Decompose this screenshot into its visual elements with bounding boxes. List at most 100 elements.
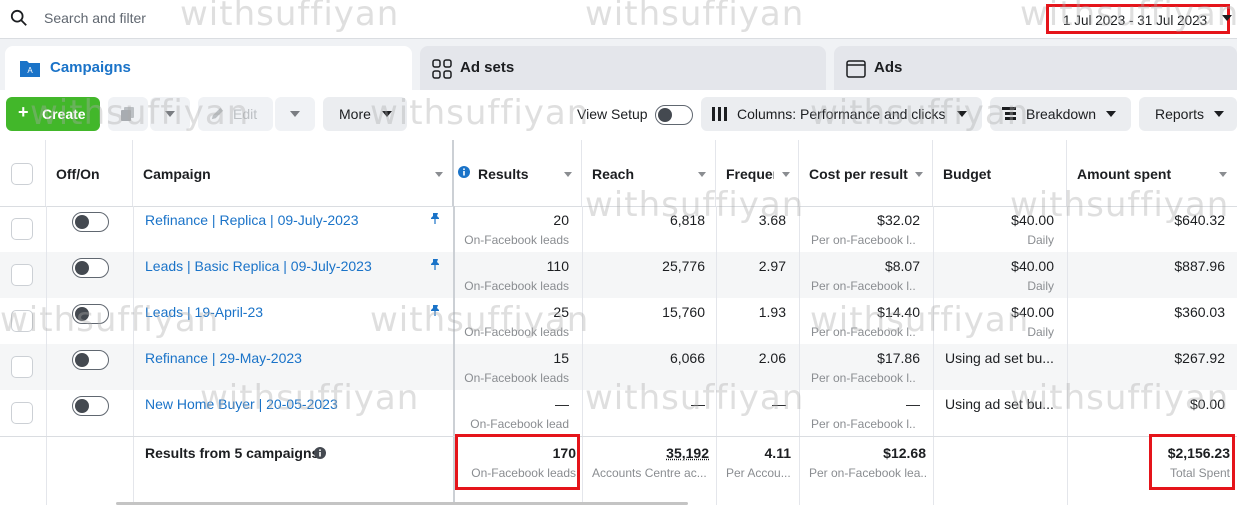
column-header-label: Campaign: [143, 166, 211, 182]
column-header-label: Budget: [943, 166, 991, 182]
campaigns-table: Off/On Campaign Results Reach Frequer Co…: [0, 140, 1237, 505]
breakdown-label: Breakdown: [1026, 106, 1096, 122]
spent-value: $267.92: [1174, 350, 1225, 366]
pin-icon[interactable]: [429, 211, 441, 223]
totals-frequency: 4.11: [765, 445, 791, 461]
cost-value: $17.86: [877, 350, 920, 366]
spent-value: $887.96: [1174, 258, 1225, 274]
campaign-name-link[interactable]: Refinance | 29-May-2023: [145, 350, 302, 366]
budget-value: $40.00: [1011, 304, 1054, 320]
tab-ads[interactable]: Ads: [834, 46, 1237, 90]
duplicate-button[interactable]: [108, 97, 148, 131]
row-checkbox[interactable]: [11, 218, 33, 240]
spent-value: $360.03: [1174, 304, 1225, 320]
pin-icon[interactable]: [429, 257, 441, 269]
more-label: More: [339, 106, 371, 122]
tab-label: Campaigns: [50, 59, 131, 76]
view-setup-toggle[interactable]: [655, 105, 693, 125]
create-label: Create: [42, 106, 86, 122]
sort-icon[interactable]: [915, 172, 923, 177]
row-checkbox[interactable]: [11, 264, 33, 286]
info-icon[interactable]: [314, 447, 326, 459]
header-amount-spent[interactable]: Amount spent: [1067, 140, 1237, 206]
campaign-toggle[interactable]: [72, 212, 109, 232]
table-row[interactable]: Leads | Basic Replica | 09-July-2023 110 O…: [0, 252, 1237, 298]
results-sub: On-Facebook leads: [464, 371, 569, 385]
tab-label: Ad sets: [460, 59, 514, 76]
cost-value: $14.40: [877, 304, 920, 320]
column-header-label: Off/On: [56, 166, 100, 182]
reach-value: 15,760: [662, 304, 705, 320]
tab-campaigns[interactable]: A Campaigns: [5, 46, 412, 90]
campaign-toggle[interactable]: [72, 350, 109, 370]
table-row[interactable]: New Home Buyer | 20-05-2023 — On-Facebook …: [0, 390, 1237, 436]
chevron-down-icon[interactable]: [1222, 15, 1232, 21]
create-button[interactable]: + Create: [6, 97, 100, 131]
campaign-name-link[interactable]: Refinance | Replica | 09-July-2023: [145, 212, 359, 228]
tab-label: Ads: [874, 59, 902, 76]
sort-icon[interactable]: [564, 172, 572, 177]
reports-button[interactable]: Reports: [1139, 97, 1237, 131]
table-row[interactable]: Refinance | Replica | 09-July-2023 20 On-F…: [0, 206, 1237, 252]
more-button[interactable]: More: [323, 97, 407, 131]
column-header-label: Amount spent: [1077, 166, 1171, 182]
table-row[interactable]: Leads | 19-April-23 25 On-Facebook leads 15…: [0, 298, 1237, 344]
results-value: 20: [553, 212, 569, 228]
frequency-value: 2.06: [759, 350, 786, 366]
columns-label: Columns: Performance and clicks: [737, 106, 946, 122]
row-checkbox[interactable]: [11, 310, 33, 332]
totals-frequency-sub: Per Accou...: [726, 466, 791, 480]
cost-sub: Per on-Facebook l...: [811, 371, 915, 385]
campaign-name-link[interactable]: New Home Buyer | 20-05-2023: [145, 396, 338, 412]
edit-dropdown[interactable]: [275, 97, 315, 131]
header-select-all: [0, 140, 46, 206]
budget-value: $40.00: [1011, 212, 1054, 228]
breakdown-button[interactable]: Breakdown: [990, 97, 1131, 131]
header-results[interactable]: Results: [454, 140, 582, 206]
duplicate-dropdown[interactable]: [150, 97, 190, 131]
header-budget[interactable]: Budget: [933, 140, 1067, 206]
campaign-toggle[interactable]: [72, 258, 109, 278]
sort-icon[interactable]: [698, 172, 706, 177]
reach-value: 25,776: [662, 258, 705, 274]
campaign-name-link[interactable]: Leads | Basic Replica | 09-July-2023: [145, 258, 372, 274]
search-icon: [10, 9, 28, 27]
date-range-picker[interactable]: 1 Jul 2023 - 31 Jul 2023: [1046, 4, 1230, 34]
budget-value: $40.00: [1011, 258, 1054, 274]
row-checkbox[interactable]: [11, 402, 33, 424]
results-value: —: [555, 396, 569, 412]
chevron-down-icon: [1106, 111, 1116, 117]
columns-button[interactable]: Columns: Performance and clicks: [701, 97, 982, 131]
table-row[interactable]: Refinance | 29-May-2023 15 On-Facebook lea…: [0, 344, 1237, 390]
pin-icon[interactable]: [429, 303, 441, 315]
select-all-checkbox[interactable]: [11, 163, 33, 185]
sort-icon[interactable]: [435, 172, 443, 177]
header-frequency[interactable]: Frequer: [716, 140, 799, 206]
toolbar: + Create Edit More View Setup Columns: P…: [0, 90, 1237, 140]
chevron-down-icon: [957, 111, 967, 117]
row-checkbox[interactable]: [11, 356, 33, 378]
campaign-toggle[interactable]: [72, 396, 109, 416]
header-reach[interactable]: Reach: [582, 140, 716, 206]
sort-icon[interactable]: [1219, 172, 1227, 177]
pencil-icon: [210, 106, 225, 121]
svg-text:A: A: [27, 66, 33, 75]
header-campaign[interactable]: Campaign: [133, 140, 454, 206]
spent-value: $0.00: [1190, 396, 1225, 412]
header-cost-per-result[interactable]: Cost per result: [799, 140, 933, 206]
edit-button[interactable]: Edit: [198, 97, 273, 131]
chevron-down-icon: [1214, 111, 1224, 117]
cost-sub: Per on-Facebook l...: [811, 325, 915, 339]
frequency-value: 2.97: [759, 258, 786, 274]
campaign-name-link[interactable]: Leads | 19-April-23: [145, 304, 263, 320]
campaign-toggle[interactable]: [72, 304, 109, 324]
tab-ad-sets[interactable]: Ad sets: [420, 46, 826, 90]
cost-value: —: [906, 396, 920, 412]
budget-sub: Daily: [1027, 325, 1054, 339]
reach-value: 6,066: [670, 350, 705, 366]
sort-icon[interactable]: [782, 172, 790, 177]
cost-sub: Per on-Facebook l...: [811, 233, 915, 247]
budget-value: Using ad set bu...: [945, 396, 1054, 412]
cost-sub: Per on-Facebook l...: [811, 417, 915, 431]
budget-value: Using ad set bu...: [945, 350, 1054, 366]
